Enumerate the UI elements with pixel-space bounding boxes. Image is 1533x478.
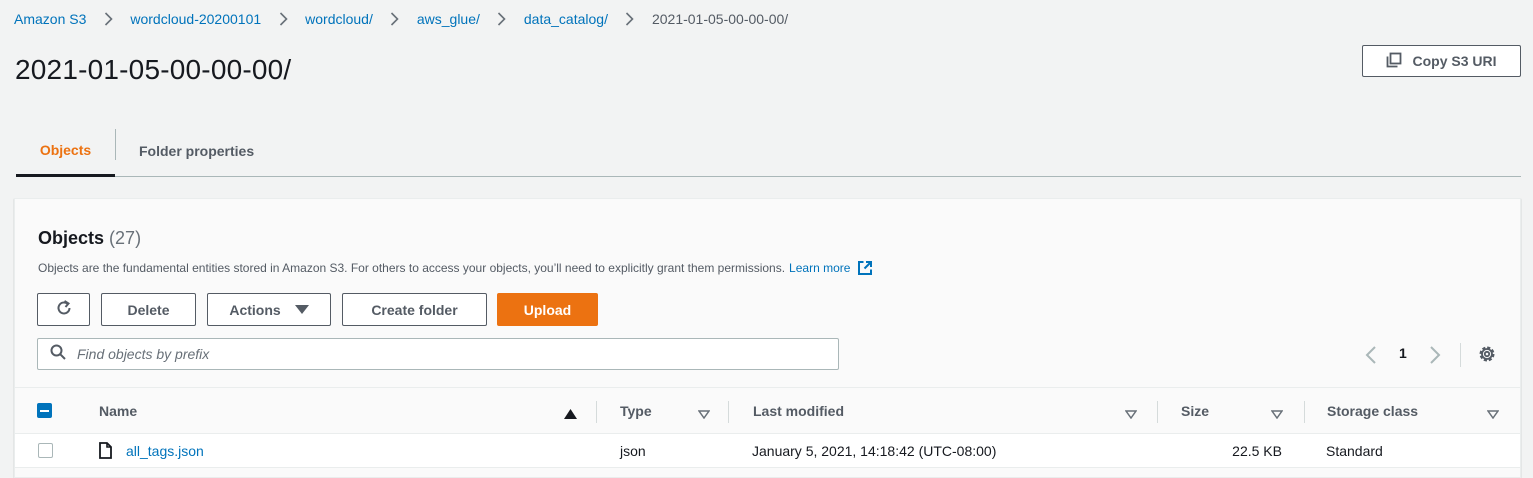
row-checkbox[interactable] bbox=[38, 443, 53, 458]
next-page-icon[interactable] bbox=[1429, 346, 1441, 369]
pager-divider bbox=[1460, 343, 1461, 367]
page-title: 2021-01-05-00-00-00/ bbox=[15, 54, 292, 85]
column-header-size[interactable]: Size bbox=[1181, 388, 1209, 434]
tab-folder-properties[interactable]: Folder properties bbox=[139, 126, 254, 176]
column-divider bbox=[1157, 401, 1158, 423]
sort-down-icon[interactable] bbox=[1124, 406, 1138, 424]
table-row: all_tags.json json January 5, 2021, 14:1… bbox=[15, 434, 1520, 468]
column-divider bbox=[596, 401, 597, 423]
copy-icon bbox=[1386, 52, 1402, 71]
objects-panel-title: Objects bbox=[38, 228, 105, 248]
copy-s3-uri-label: Copy S3 URI bbox=[1412, 53, 1497, 69]
file-icon bbox=[99, 442, 112, 464]
learn-more-link[interactable]: Learn more bbox=[789, 261, 850, 275]
current-page-number[interactable]: 1 bbox=[1399, 345, 1407, 361]
chevron-right-icon bbox=[608, 12, 652, 26]
upload-button[interactable]: Upload bbox=[497, 293, 598, 326]
object-type: json bbox=[620, 442, 646, 459]
objects-count: (27) bbox=[109, 228, 142, 248]
actions-label: Actions bbox=[229, 301, 281, 318]
column-divider bbox=[1304, 401, 1305, 423]
column-header-name[interactable]: Name bbox=[99, 388, 137, 434]
refresh-icon bbox=[55, 299, 73, 320]
external-link-icon[interactable] bbox=[857, 260, 873, 276]
tab-objects[interactable]: Objects bbox=[16, 126, 115, 177]
objects-description-row: Objects are the fundamental entities sto… bbox=[38, 260, 873, 276]
object-size: 22.5 KB bbox=[1232, 442, 1282, 459]
search-icon bbox=[50, 344, 66, 365]
breadcrumb-current: 2021-01-05-00-00-00/ bbox=[651, 11, 789, 27]
sort-down-icon[interactable] bbox=[697, 406, 711, 424]
breadcrumb-item-aws-glue[interactable]: aws_glue/ bbox=[417, 11, 480, 27]
sort-down-icon[interactable] bbox=[1270, 406, 1284, 424]
chevron-right-icon bbox=[480, 12, 524, 26]
delete-button[interactable]: Delete bbox=[101, 293, 196, 326]
column-header-storage-class[interactable]: Storage class bbox=[1327, 388, 1418, 434]
objects-panel: Objects (27) Objects are the fundamental… bbox=[14, 198, 1521, 478]
chevron-right-icon bbox=[86, 12, 130, 26]
chevron-right-icon bbox=[373, 12, 417, 26]
object-storage-class: Standard bbox=[1326, 442, 1383, 459]
caret-down-icon bbox=[294, 302, 309, 318]
search-input[interactable] bbox=[75, 345, 835, 363]
tab-bar: Objects Folder properties bbox=[16, 126, 1521, 177]
sort-ascending-icon[interactable] bbox=[564, 406, 577, 424]
previous-page-icon[interactable] bbox=[1365, 346, 1377, 369]
table-header: Name Type Last modified Size Storage cla… bbox=[15, 387, 1520, 434]
breadcrumb-item-data-catalog[interactable]: data_catalog/ bbox=[524, 11, 608, 27]
create-folder-button[interactable]: Create folder bbox=[342, 293, 487, 326]
copy-s3-uri-button[interactable]: Copy S3 URI bbox=[1362, 45, 1521, 77]
select-all-checkbox[interactable] bbox=[37, 403, 52, 418]
search-box bbox=[37, 338, 839, 370]
tab-divider bbox=[115, 129, 116, 160]
breadcrumb-item-bucket[interactable]: wordcloud-20200101 bbox=[130, 11, 261, 27]
refresh-button[interactable] bbox=[37, 293, 90, 326]
breadcrumb: Amazon S3 wordcloud-20200101 wordcloud/ … bbox=[14, 9, 788, 29]
pagination: 1 bbox=[1361, 343, 1511, 367]
column-header-type[interactable]: Type bbox=[620, 388, 652, 434]
column-header-last-modified[interactable]: Last modified bbox=[753, 388, 844, 434]
breadcrumb-item-wordcloud[interactable]: wordcloud/ bbox=[305, 11, 373, 27]
column-divider bbox=[728, 401, 729, 423]
object-name-link[interactable]: all_tags.json bbox=[126, 434, 204, 467]
objects-panel-header: Objects (27) bbox=[38, 228, 141, 249]
sort-down-icon[interactable] bbox=[1486, 406, 1500, 424]
chevron-right-icon bbox=[261, 12, 305, 26]
actions-dropdown-button[interactable]: Actions bbox=[207, 293, 331, 326]
objects-description: Objects are the fundamental entities sto… bbox=[38, 261, 786, 275]
object-last-modified: January 5, 2021, 14:18:42 (UTC-08:00) bbox=[752, 442, 997, 459]
gear-icon[interactable] bbox=[1477, 344, 1497, 369]
breadcrumb-item-amazon-s3[interactable]: Amazon S3 bbox=[14, 11, 86, 27]
